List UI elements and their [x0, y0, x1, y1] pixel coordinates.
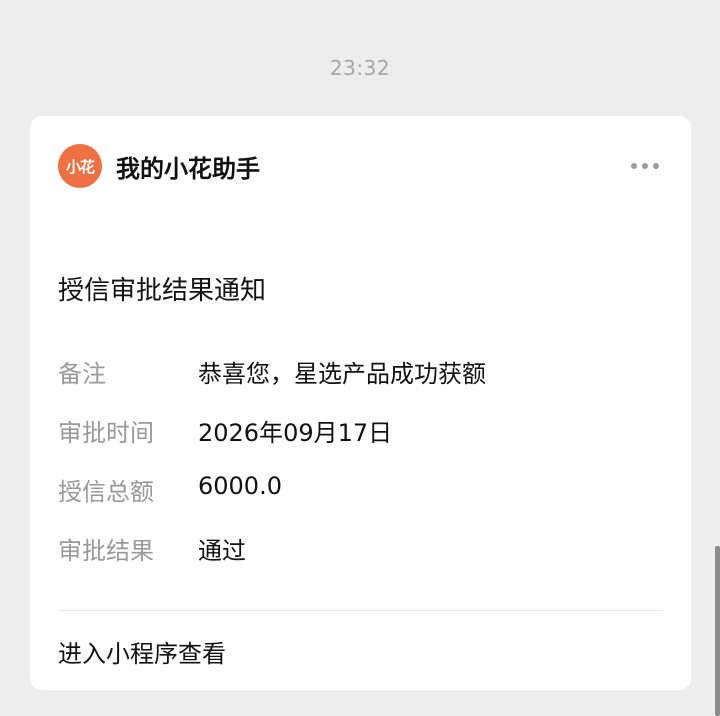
more-options-button[interactable]	[627, 155, 663, 177]
notification-card[interactable]: 小花 我的小花助手 授信审批结果通知 备注 恭喜您，星选产品成功获额 审批时间 …	[30, 116, 691, 690]
notification-title: 授信审批结果通知	[58, 276, 267, 306]
more-dots-icon	[642, 163, 648, 169]
open-mini-program-link[interactable]: 进入小程序查看	[58, 634, 226, 669]
detail-row-approval-time: 审批时间 2026年09月17日	[58, 413, 663, 472]
account-name[interactable]: 我的小花助手	[116, 149, 260, 184]
message-timestamp: 23:32	[329, 56, 391, 80]
more-dots-icon	[631, 163, 637, 169]
detail-value: 2026年09月17日	[198, 419, 393, 447]
card-divider	[58, 610, 663, 611]
detail-value: 通过	[198, 537, 246, 565]
account-logo[interactable]: 小花	[58, 144, 102, 188]
detail-label: 审批结果	[58, 537, 154, 565]
more-dots-icon	[653, 163, 659, 169]
detail-label: 授信总额	[58, 478, 154, 506]
scrollbar[interactable]	[715, 546, 720, 716]
card-header: 小花 我的小花助手	[58, 144, 663, 188]
detail-value: 恭喜您，星选产品成功获额	[198, 360, 486, 388]
detail-row-remark: 备注 恭喜您，星选产品成功获额	[58, 354, 663, 413]
detail-label: 备注	[58, 360, 106, 388]
detail-label: 审批时间	[58, 419, 154, 447]
detail-rows: 备注 恭喜您，星选产品成功获额 审批时间 2026年09月17日 授信总额 60…	[58, 354, 663, 590]
detail-row-approval-result: 审批结果 通过	[58, 531, 663, 590]
detail-row-credit-amount: 授信总额 6000.0	[58, 472, 663, 531]
detail-value: 6000.0	[198, 472, 282, 500]
